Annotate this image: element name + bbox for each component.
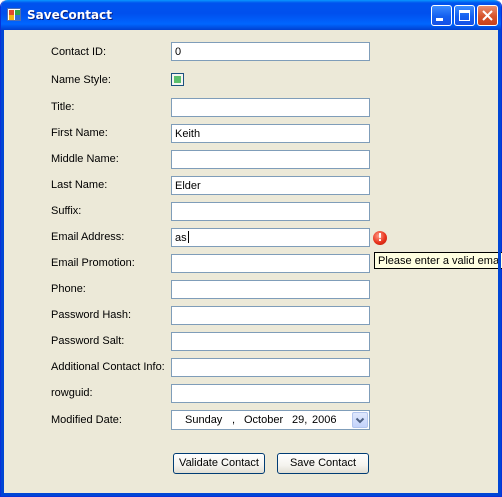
- date-day[interactable]: 29,: [292, 411, 307, 429]
- name-style-label: Name Style:: [51, 74, 111, 86]
- password-salt-label: Password Salt:: [51, 335, 125, 347]
- title-label: Title:: [51, 101, 75, 113]
- validate-contact-button[interactable]: Validate Contact: [173, 453, 265, 474]
- save-contact-button[interactable]: Save Contact: [277, 453, 369, 474]
- maximize-button[interactable]: [454, 5, 475, 26]
- modified-date-picker[interactable]: Sunday , October 29, 2006: [171, 410, 370, 430]
- email-address-label: Email Address:: [51, 231, 125, 243]
- password-hash-field[interactable]: [171, 306, 370, 325]
- form-app-icon[interactable]: [7, 8, 21, 21]
- suffix-label: Suffix:: [51, 205, 82, 217]
- date-month[interactable]: October: [244, 411, 283, 429]
- date-year[interactable]: 2006: [312, 411, 336, 429]
- last-name-field[interactable]: Elder: [171, 176, 370, 195]
- name-style-checkbox[interactable]: [171, 73, 184, 86]
- modified-date-label: Modified Date:: [51, 414, 122, 426]
- save-contact-window: SaveContact Contact ID: Name Style: Titl…: [0, 0, 502, 497]
- contact-id-label: Contact ID:: [51, 46, 107, 58]
- additional-contact-info-label: Additional Contact Info:: [51, 361, 165, 373]
- rowguid-label: rowguid:: [51, 387, 93, 399]
- rowguid-field[interactable]: [171, 384, 370, 403]
- date-dropdown-button[interactable]: [352, 412, 368, 428]
- contact-id-field[interactable]: 0: [171, 42, 370, 61]
- title-field[interactable]: [171, 98, 370, 117]
- indeterminate-mark: [174, 76, 181, 83]
- email-address-field[interactable]: as: [171, 228, 370, 247]
- text-caret: [187, 231, 189, 243]
- validation-tooltip: Please enter a valid email a: [374, 252, 502, 269]
- minimize-button[interactable]: [431, 5, 452, 26]
- close-icon: [482, 10, 493, 21]
- suffix-field[interactable]: [171, 202, 370, 221]
- error-icon[interactable]: !: [373, 231, 387, 245]
- title-bar[interactable]: SaveContact: [1, 0, 501, 30]
- date-day-name[interactable]: Sunday: [185, 411, 222, 429]
- last-name-label: Last Name:: [51, 179, 108, 191]
- phone-label: Phone:: [51, 283, 86, 295]
- close-button[interactable]: [477, 5, 498, 26]
- phone-field[interactable]: [171, 280, 370, 299]
- first-name-field[interactable]: Keith: [171, 124, 370, 143]
- window-title: SaveContact: [27, 8, 112, 22]
- password-salt-field[interactable]: [171, 332, 370, 351]
- email-promotion-field[interactable]: [171, 254, 370, 273]
- middle-name-field[interactable]: [171, 150, 370, 169]
- email-promotion-label: Email Promotion:: [51, 257, 135, 269]
- first-name-label: First Name:: [51, 127, 108, 139]
- minimize-icon: [436, 18, 443, 21]
- maximize-icon: [459, 10, 470, 21]
- middle-name-label: Middle Name:: [51, 153, 119, 165]
- additional-contact-info-field[interactable]: [171, 358, 370, 377]
- password-hash-label: Password Hash:: [51, 309, 132, 321]
- chevron-down-icon: [355, 417, 365, 424]
- date-separator: ,: [232, 414, 236, 426]
- email-address-value: as: [175, 232, 187, 244]
